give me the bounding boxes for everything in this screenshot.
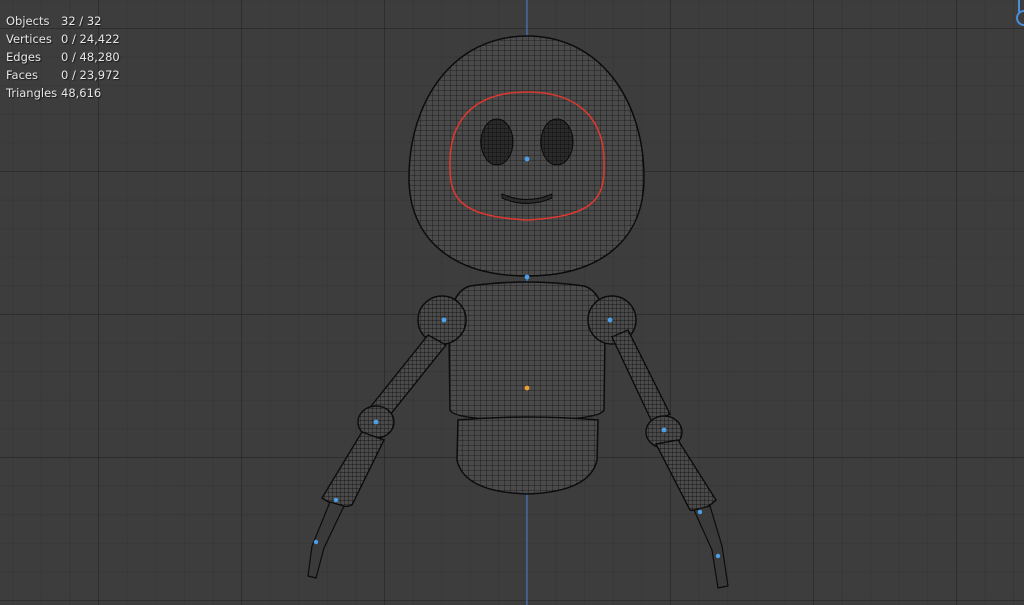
viewport-statistics-overlay: Objects 32 / 32 Vertices 0 / 24,422 Edge…: [6, 12, 120, 102]
origin-dot: [524, 274, 530, 280]
origin-dot: [524, 156, 530, 162]
wireframe-scene[interactable]: [0, 0, 1024, 605]
stat-value: 48,616: [61, 86, 102, 100]
stat-label: Objects: [6, 14, 50, 28]
stat-label: Triangles: [6, 86, 58, 100]
origin-dot: [313, 539, 319, 545]
origin-dot: [697, 509, 703, 515]
stat-row-faces: Faces 0 / 23,972: [6, 66, 120, 84]
stat-label: Edges: [6, 50, 41, 64]
stat-label: Vertices: [6, 32, 52, 46]
stat-value: 0 / 48,280: [61, 50, 120, 64]
stat-row-vertices: Vertices 0 / 24,422: [6, 30, 120, 48]
robot-body[interactable]: [448, 281, 606, 421]
3d-viewport[interactable]: Objects 32 / 32 Vertices 0 / 24,422 Edge…: [0, 0, 1024, 605]
stat-label: Faces: [6, 68, 38, 82]
origin-dot: [715, 553, 721, 559]
stat-row-triangles: Triangles 48,616: [6, 84, 120, 102]
stat-value: 0 / 24,422: [61, 32, 120, 46]
robot-pelvis[interactable]: [456, 416, 599, 495]
left-arm[interactable]: [307, 295, 467, 579]
right-arm[interactable]: [587, 295, 729, 589]
origin-dot: [661, 427, 667, 433]
robot-head[interactable]: [408, 35, 645, 277]
active-origin-dot: [524, 385, 530, 391]
stat-row-edges: Edges 0 / 48,280: [6, 48, 120, 66]
stat-row-objects: Objects 32 / 32: [6, 12, 120, 30]
origin-dot: [333, 497, 339, 503]
origin-dot: [441, 317, 447, 323]
stat-value: 0 / 23,972: [61, 68, 120, 82]
origin-dot: [607, 317, 613, 323]
stat-value: 32 / 32: [61, 14, 102, 28]
origin-dot: [373, 419, 379, 425]
